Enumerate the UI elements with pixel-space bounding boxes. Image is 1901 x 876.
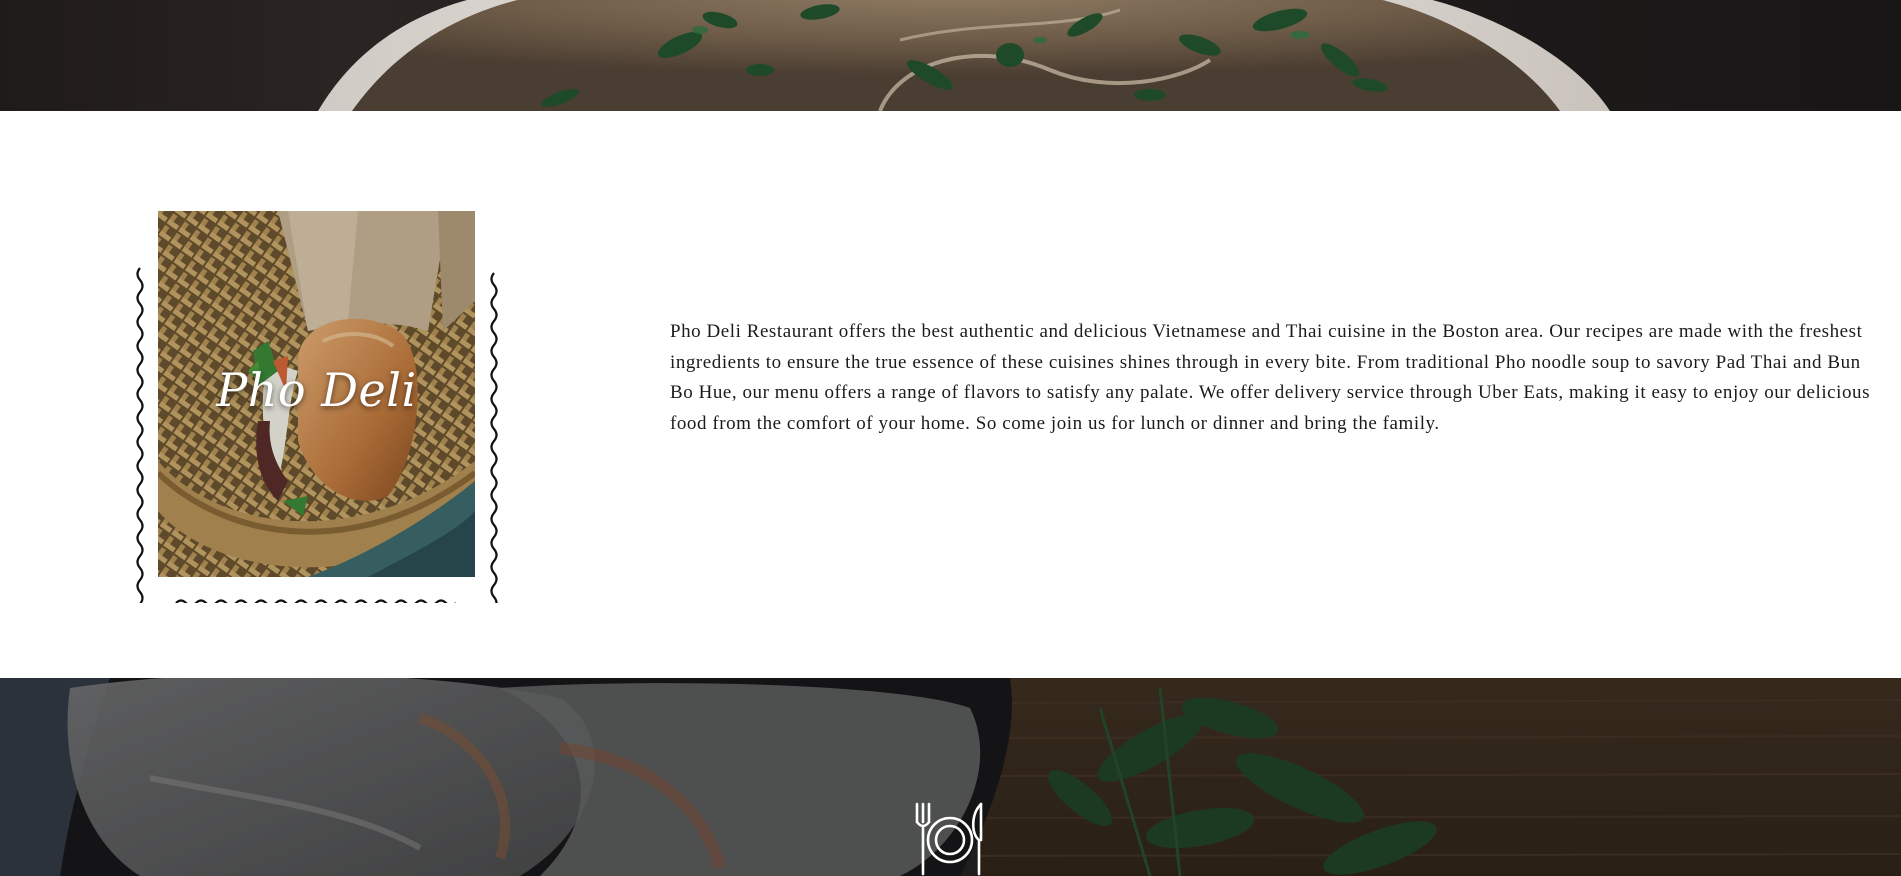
about-section: Pho Deli Pho Deli Restaurant offers the …: [0, 111, 1901, 678]
about-description: Pho Deli Restaurant offers the best auth…: [670, 321, 1871, 434]
page: Pho Deli Pho Deli Restaurant offers the …: [0, 0, 1901, 876]
stamp-title: Pho Deli: [216, 363, 417, 417]
banh-mi-photo: Pho Deli: [158, 211, 475, 577]
hero-image-pho: [0, 0, 1901, 111]
dining-icon: [915, 802, 983, 876]
pho-bowl-photo: [318, 0, 1610, 111]
stamp-frame: Pho Deli: [132, 181, 502, 603]
hero-image-spring-rolls: [0, 678, 1901, 876]
